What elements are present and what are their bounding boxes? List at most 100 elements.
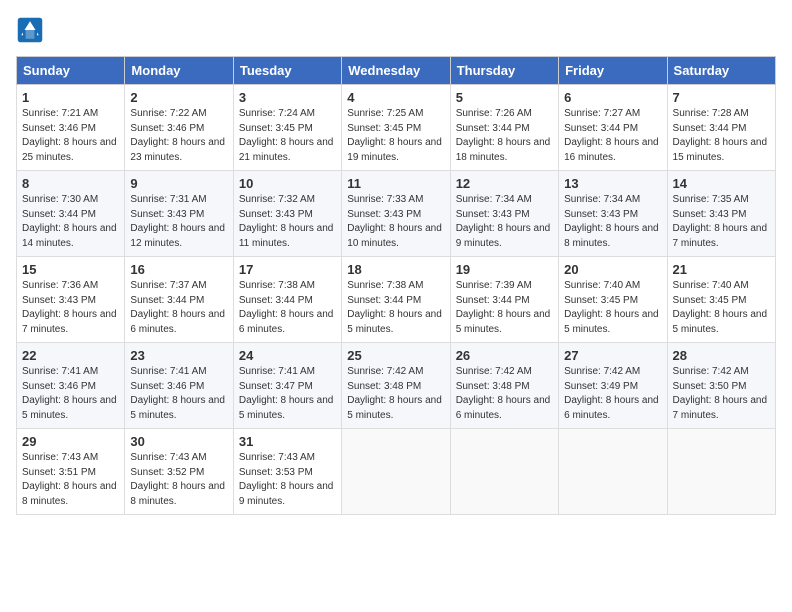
day-number: 15 [22, 262, 119, 277]
day-info: Sunrise: 7:42 AMSunset: 3:49 PMDaylight:… [564, 365, 661, 423]
calendar-day-cell: 5 Sunrise: 7:26 AMSunset: 3:44 PMDayligh… [450, 85, 558, 171]
weekday-header-cell: Saturday [667, 57, 775, 85]
day-info: Sunrise: 7:30 AMSunset: 3:44 PMDaylight:… [22, 193, 119, 251]
calendar-day-cell [559, 429, 667, 515]
calendar-body: 1 Sunrise: 7:21 AMSunset: 3:46 PMDayligh… [17, 85, 776, 515]
day-number: 23 [130, 348, 227, 363]
calendar-day-cell: 24 Sunrise: 7:41 AMSunset: 3:47 PMDaylig… [233, 343, 341, 429]
day-number: 26 [456, 348, 553, 363]
day-info: Sunrise: 7:43 AMSunset: 3:53 PMDaylight:… [239, 451, 336, 509]
calendar-day-cell: 10 Sunrise: 7:32 AMSunset: 3:43 PMDaylig… [233, 171, 341, 257]
day-number: 9 [130, 176, 227, 191]
calendar-week-row: 29 Sunrise: 7:43 AMSunset: 3:51 PMDaylig… [17, 429, 776, 515]
weekday-header-cell: Wednesday [342, 57, 450, 85]
day-info: Sunrise: 7:26 AMSunset: 3:44 PMDaylight:… [456, 107, 553, 165]
day-number: 24 [239, 348, 336, 363]
day-info: Sunrise: 7:28 AMSunset: 3:44 PMDaylight:… [673, 107, 770, 165]
day-info: Sunrise: 7:36 AMSunset: 3:43 PMDaylight:… [22, 279, 119, 337]
day-number: 5 [456, 90, 553, 105]
calendar-day-cell: 4 Sunrise: 7:25 AMSunset: 3:45 PMDayligh… [342, 85, 450, 171]
day-info: Sunrise: 7:40 AMSunset: 3:45 PMDaylight:… [673, 279, 770, 337]
day-number: 28 [673, 348, 770, 363]
calendar-day-cell: 16 Sunrise: 7:37 AMSunset: 3:44 PMDaylig… [125, 257, 233, 343]
calendar-day-cell: 20 Sunrise: 7:40 AMSunset: 3:45 PMDaylig… [559, 257, 667, 343]
day-info: Sunrise: 7:41 AMSunset: 3:47 PMDaylight:… [239, 365, 336, 423]
day-info: Sunrise: 7:41 AMSunset: 3:46 PMDaylight:… [130, 365, 227, 423]
day-number: 7 [673, 90, 770, 105]
day-number: 29 [22, 434, 119, 449]
day-number: 18 [347, 262, 444, 277]
day-number: 3 [239, 90, 336, 105]
weekday-header-cell: Thursday [450, 57, 558, 85]
page-header [16, 16, 776, 44]
day-info: Sunrise: 7:42 AMSunset: 3:48 PMDaylight:… [347, 365, 444, 423]
day-number: 22 [22, 348, 119, 363]
calendar-day-cell: 31 Sunrise: 7:43 AMSunset: 3:53 PMDaylig… [233, 429, 341, 515]
day-info: Sunrise: 7:41 AMSunset: 3:46 PMDaylight:… [22, 365, 119, 423]
day-number: 27 [564, 348, 661, 363]
calendar-day-cell: 19 Sunrise: 7:39 AMSunset: 3:44 PMDaylig… [450, 257, 558, 343]
calendar-day-cell: 22 Sunrise: 7:41 AMSunset: 3:46 PMDaylig… [17, 343, 125, 429]
day-number: 8 [22, 176, 119, 191]
weekday-header-cell: Friday [559, 57, 667, 85]
calendar-day-cell: 12 Sunrise: 7:34 AMSunset: 3:43 PMDaylig… [450, 171, 558, 257]
day-info: Sunrise: 7:34 AMSunset: 3:43 PMDaylight:… [564, 193, 661, 251]
calendar-week-row: 1 Sunrise: 7:21 AMSunset: 3:46 PMDayligh… [17, 85, 776, 171]
calendar-day-cell: 29 Sunrise: 7:43 AMSunset: 3:51 PMDaylig… [17, 429, 125, 515]
day-info: Sunrise: 7:43 AMSunset: 3:52 PMDaylight:… [130, 451, 227, 509]
day-number: 2 [130, 90, 227, 105]
day-info: Sunrise: 7:24 AMSunset: 3:45 PMDaylight:… [239, 107, 336, 165]
day-number: 13 [564, 176, 661, 191]
day-number: 10 [239, 176, 336, 191]
day-number: 12 [456, 176, 553, 191]
calendar-week-row: 22 Sunrise: 7:41 AMSunset: 3:46 PMDaylig… [17, 343, 776, 429]
day-number: 25 [347, 348, 444, 363]
calendar-week-row: 15 Sunrise: 7:36 AMSunset: 3:43 PMDaylig… [17, 257, 776, 343]
calendar-day-cell: 6 Sunrise: 7:27 AMSunset: 3:44 PMDayligh… [559, 85, 667, 171]
calendar-day-cell: 23 Sunrise: 7:41 AMSunset: 3:46 PMDaylig… [125, 343, 233, 429]
calendar-day-cell [450, 429, 558, 515]
day-number: 1 [22, 90, 119, 105]
day-info: Sunrise: 7:34 AMSunset: 3:43 PMDaylight:… [456, 193, 553, 251]
calendar-day-cell: 26 Sunrise: 7:42 AMSunset: 3:48 PMDaylig… [450, 343, 558, 429]
day-info: Sunrise: 7:39 AMSunset: 3:44 PMDaylight:… [456, 279, 553, 337]
day-info: Sunrise: 7:35 AMSunset: 3:43 PMDaylight:… [673, 193, 770, 251]
day-info: Sunrise: 7:42 AMSunset: 3:48 PMDaylight:… [456, 365, 553, 423]
day-info: Sunrise: 7:40 AMSunset: 3:45 PMDaylight:… [564, 279, 661, 337]
calendar-table: SundayMondayTuesdayWednesdayThursdayFrid… [16, 56, 776, 515]
calendar-day-cell: 9 Sunrise: 7:31 AMSunset: 3:43 PMDayligh… [125, 171, 233, 257]
day-info: Sunrise: 7:22 AMSunset: 3:46 PMDaylight:… [130, 107, 227, 165]
calendar-day-cell: 21 Sunrise: 7:40 AMSunset: 3:45 PMDaylig… [667, 257, 775, 343]
calendar-day-cell: 1 Sunrise: 7:21 AMSunset: 3:46 PMDayligh… [17, 85, 125, 171]
logo-icon [16, 16, 44, 44]
day-number: 4 [347, 90, 444, 105]
calendar-header-row: SundayMondayTuesdayWednesdayThursdayFrid… [17, 57, 776, 85]
calendar-day-cell: 28 Sunrise: 7:42 AMSunset: 3:50 PMDaylig… [667, 343, 775, 429]
calendar-day-cell: 25 Sunrise: 7:42 AMSunset: 3:48 PMDaylig… [342, 343, 450, 429]
day-number: 31 [239, 434, 336, 449]
calendar-day-cell: 30 Sunrise: 7:43 AMSunset: 3:52 PMDaylig… [125, 429, 233, 515]
day-info: Sunrise: 7:38 AMSunset: 3:44 PMDaylight:… [347, 279, 444, 337]
day-number: 14 [673, 176, 770, 191]
logo [16, 16, 48, 44]
weekday-header-cell: Sunday [17, 57, 125, 85]
day-info: Sunrise: 7:21 AMSunset: 3:46 PMDaylight:… [22, 107, 119, 165]
calendar-day-cell: 7 Sunrise: 7:28 AMSunset: 3:44 PMDayligh… [667, 85, 775, 171]
weekday-header-cell: Tuesday [233, 57, 341, 85]
day-info: Sunrise: 7:32 AMSunset: 3:43 PMDaylight:… [239, 193, 336, 251]
day-info: Sunrise: 7:43 AMSunset: 3:51 PMDaylight:… [22, 451, 119, 509]
calendar-day-cell: 3 Sunrise: 7:24 AMSunset: 3:45 PMDayligh… [233, 85, 341, 171]
calendar-day-cell: 11 Sunrise: 7:33 AMSunset: 3:43 PMDaylig… [342, 171, 450, 257]
calendar-day-cell [342, 429, 450, 515]
day-number: 19 [456, 262, 553, 277]
day-info: Sunrise: 7:33 AMSunset: 3:43 PMDaylight:… [347, 193, 444, 251]
day-info: Sunrise: 7:27 AMSunset: 3:44 PMDaylight:… [564, 107, 661, 165]
day-number: 11 [347, 176, 444, 191]
day-info: Sunrise: 7:31 AMSunset: 3:43 PMDaylight:… [130, 193, 227, 251]
day-number: 17 [239, 262, 336, 277]
calendar-day-cell: 14 Sunrise: 7:35 AMSunset: 3:43 PMDaylig… [667, 171, 775, 257]
day-info: Sunrise: 7:25 AMSunset: 3:45 PMDaylight:… [347, 107, 444, 165]
day-number: 6 [564, 90, 661, 105]
calendar-day-cell: 15 Sunrise: 7:36 AMSunset: 3:43 PMDaylig… [17, 257, 125, 343]
day-number: 20 [564, 262, 661, 277]
